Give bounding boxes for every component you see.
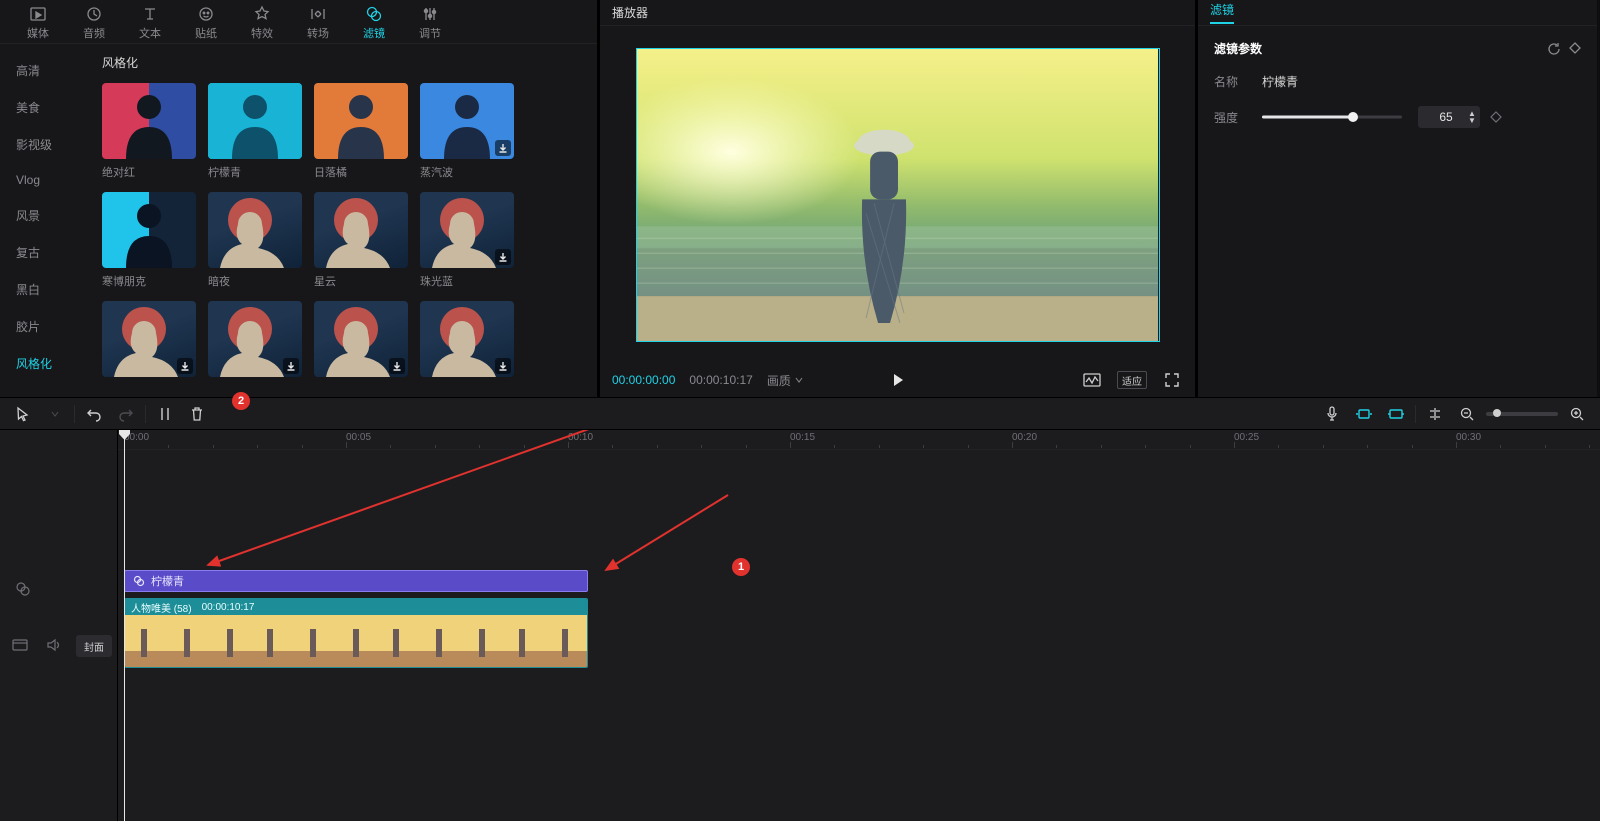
fullscreen-button[interactable] xyxy=(1161,370,1183,390)
select-tool-dropdown[interactable] xyxy=(42,401,68,427)
category-item[interactable]: 风景 xyxy=(0,197,88,234)
filter-name-value: 柠檬青 xyxy=(1262,73,1298,90)
timeline-tracks[interactable]: 00:0000:0500:1000:1500:2000:2500:30 柠檬青 … xyxy=(118,430,1600,821)
preview-title: 播放器 xyxy=(612,4,648,21)
undo-button[interactable] xyxy=(81,401,107,427)
transition-icon xyxy=(309,5,327,23)
tab-audio[interactable]: 音频 xyxy=(66,3,122,43)
inspector-tab-filter[interactable]: 滤镜 xyxy=(1210,1,1234,24)
mute-track-button[interactable] xyxy=(44,635,64,655)
download-icon xyxy=(495,358,511,374)
tab-text[interactable]: 文本 xyxy=(122,3,178,43)
category-item[interactable]: 黑白 xyxy=(0,271,88,308)
text-icon xyxy=(141,5,159,23)
filter-item[interactable] xyxy=(314,301,408,382)
inspector-pane: 滤镜 滤镜参数 名称 柠檬青 强度 65 ▲▼ xyxy=(1198,0,1597,397)
tab-media[interactable]: 媒体 xyxy=(10,3,66,43)
filter-clip[interactable]: 柠檬青 xyxy=(124,570,588,592)
timeline-gutter: 封面 xyxy=(0,430,118,821)
category-item[interactable]: 高清 xyxy=(0,52,88,89)
filter-item[interactable] xyxy=(420,301,514,382)
category-list: 高清美食影视级Vlog风景复古黑白胶片风格化 xyxy=(0,44,88,397)
filter-item[interactable] xyxy=(102,301,196,382)
annotation-badge-1: 1 xyxy=(732,558,750,576)
tab-filter[interactable]: 滤镜 xyxy=(346,3,402,43)
play-button[interactable] xyxy=(890,372,906,388)
smart-cut-button[interactable] xyxy=(1383,401,1409,427)
intensity-keyframe-button[interactable] xyxy=(1490,111,1502,123)
filter-item[interactable]: 珠光蓝 xyxy=(420,192,514,289)
cover-button[interactable]: 封面 xyxy=(76,635,112,657)
filter-track-icon xyxy=(12,578,34,600)
player-controls: 00:00:00:00 00:00:10:17 画质 适应 xyxy=(600,363,1195,397)
filter-item[interactable]: 日落橘 xyxy=(314,83,408,180)
library-pane: 媒体音频文本贴纸特效转场滤镜调节 高清美食影视级Vlog风景复古黑白胶片风格化 … xyxy=(0,0,600,397)
scope-button[interactable] xyxy=(1081,370,1103,390)
select-tool[interactable] xyxy=(10,401,36,427)
auto-subtitle-button[interactable] xyxy=(1351,401,1377,427)
video-track-icon[interactable] xyxy=(10,635,30,655)
tab-sticker[interactable]: 贴纸 xyxy=(178,3,234,43)
snap-toggle[interactable] xyxy=(1422,401,1448,427)
category-item[interactable]: 复古 xyxy=(0,234,88,271)
inspector-section-title: 滤镜参数 xyxy=(1214,40,1262,57)
timecode-current: 00:00:00:00 xyxy=(612,373,675,387)
download-icon xyxy=(495,140,511,156)
record-voiceover-button[interactable] xyxy=(1319,401,1345,427)
audio-icon xyxy=(85,5,103,23)
filter-gallery: 风格化 绝对红柠檬青日落橘蒸汽波寒博朋克暗夜星云珠光蓝 xyxy=(88,44,597,397)
timecode-total: 00:00:10:17 xyxy=(689,373,752,387)
category-item[interactable]: 美食 xyxy=(0,89,88,126)
sticker-icon xyxy=(197,5,215,23)
timeline-ruler[interactable]: 00:0000:0500:1000:1500:2000:2500:30 xyxy=(118,430,1600,450)
timeline: 封面 00:0000:0500:1000:1500:2000:2500:30 柠… xyxy=(0,430,1600,821)
filter-item[interactable]: 寒博朋克 xyxy=(102,192,196,289)
gallery-header: 风格化 xyxy=(88,44,597,75)
filter-item[interactable]: 星云 xyxy=(314,192,408,289)
category-item[interactable]: 胶片 xyxy=(0,308,88,345)
redo-button[interactable] xyxy=(113,401,139,427)
reset-button[interactable] xyxy=(1547,42,1561,56)
split-button[interactable] xyxy=(152,401,178,427)
video-player[interactable] xyxy=(636,48,1160,342)
media-icon xyxy=(29,5,47,23)
tab-transition[interactable]: 转场 xyxy=(290,3,346,43)
filter-clip-label: 柠檬青 xyxy=(151,573,184,589)
download-icon xyxy=(177,358,193,374)
video-clip-title: 人物唯美 (58) xyxy=(131,600,192,615)
zoom-in-button[interactable] xyxy=(1564,401,1590,427)
filter-item[interactable]: 暗夜 xyxy=(208,192,302,289)
intensity-input[interactable]: 65 ▲▼ xyxy=(1418,106,1480,128)
tab-fx[interactable]: 特效 xyxy=(234,3,290,43)
adjust-icon xyxy=(421,5,439,23)
category-item[interactable]: 影视级 xyxy=(0,126,88,163)
category-item[interactable]: 风格化 xyxy=(0,345,88,382)
category-item[interactable]: Vlog xyxy=(0,163,88,197)
filter-item[interactable]: 绝对红 xyxy=(102,83,196,180)
delete-button[interactable] xyxy=(184,401,210,427)
filter-icon xyxy=(365,5,383,23)
playhead[interactable] xyxy=(124,430,125,821)
preview-pane: 播放器 xyxy=(600,0,1198,397)
download-icon xyxy=(389,358,405,374)
quality-dropdown[interactable]: 画质 xyxy=(767,372,803,389)
tab-adjust[interactable]: 调节 xyxy=(402,3,458,43)
download-icon xyxy=(283,358,299,374)
intensity-slider[interactable] xyxy=(1262,110,1402,124)
keyframe-button[interactable] xyxy=(1569,42,1581,56)
filter-item[interactable]: 蒸汽波 xyxy=(420,83,514,180)
zoom-out-button[interactable] xyxy=(1454,401,1480,427)
asset-tabstrip: 媒体音频文本贴纸特效转场滤镜调节 xyxy=(0,0,597,44)
download-icon xyxy=(495,249,511,265)
timeline-toolbar: 2 xyxy=(0,397,1600,430)
filter-item[interactable] xyxy=(208,301,302,382)
fx-icon xyxy=(253,5,271,23)
zoom-slider[interactable] xyxy=(1486,412,1558,416)
filter-item[interactable]: 柠檬青 xyxy=(208,83,302,180)
video-clip[interactable]: 人物唯美 (58) 00:00:10:17 xyxy=(124,598,588,668)
video-clip-tc: 00:00:10:17 xyxy=(202,602,255,613)
fit-chip[interactable]: 适应 xyxy=(1117,371,1147,389)
